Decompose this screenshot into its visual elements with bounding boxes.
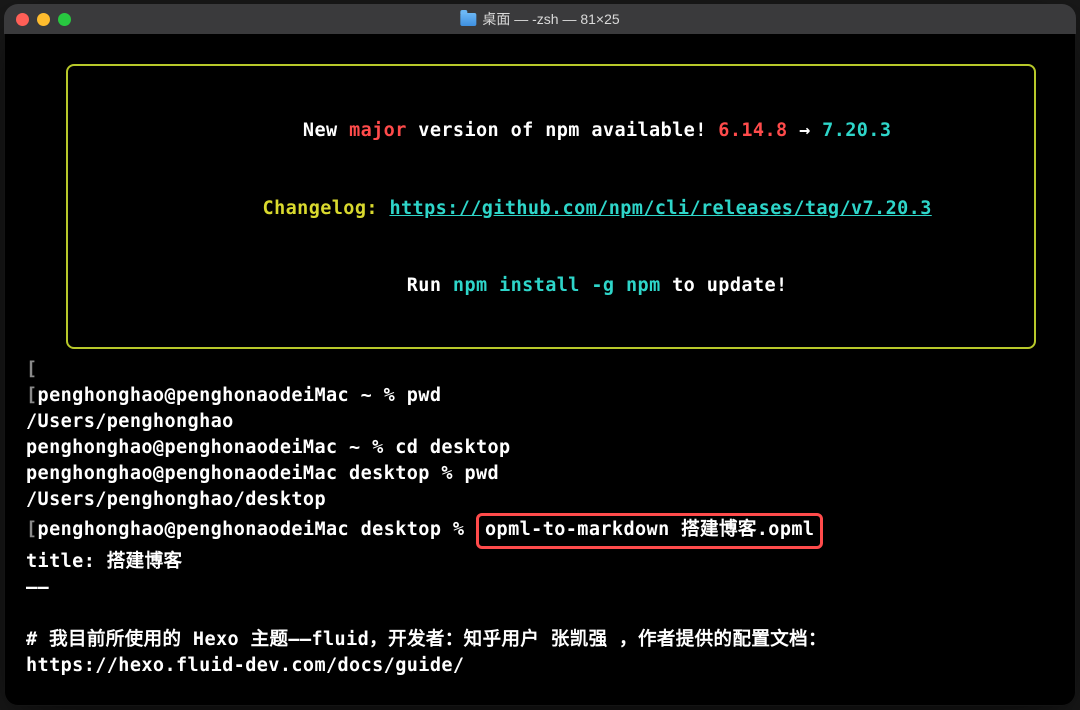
- output-text: title: 搭建博客: [26, 551, 182, 572]
- banner-line-1: New major version of npm available! 6.14…: [88, 92, 1014, 170]
- banner-run: Run: [407, 275, 453, 296]
- output-line: /Users/penghonghao/desktop: [26, 487, 1054, 513]
- npm-update-banner: New major version of npm available! 6.14…: [66, 64, 1036, 349]
- banner-version-text: version of npm available!: [407, 120, 719, 141]
- output-text: penghonghao@penghonaodeiMac ~ % cd deskt…: [26, 437, 511, 458]
- output-bracket-line: [: [26, 357, 1054, 383]
- output-line: [penghonghao@penghonaodeiMac desktop % o…: [26, 513, 1054, 549]
- banner-line-2: Changelog: https://github.com/npm/cli/re…: [88, 170, 1014, 248]
- output-text: penghonghao@penghonaodeiMac ~ % pwd: [38, 385, 442, 406]
- blank-line: [26, 601, 1054, 627]
- left-bracket: [: [26, 385, 38, 406]
- banner-old-ver: 6.14.8: [718, 120, 787, 141]
- banner-to-update: to update!: [661, 275, 788, 296]
- zoom-icon[interactable]: [58, 13, 71, 26]
- output-text: https://hexo.fluid-dev.com/docs/guide/: [26, 655, 464, 676]
- output-text: penghonghao@penghonaodeiMac desktop % pw…: [26, 463, 499, 484]
- output-line: # 我目前所使用的 Hexo 主题——fluid，开发者：知乎用户 张凯强 ，作…: [26, 627, 1054, 653]
- titlebar[interactable]: 桌面 — -zsh — 81×25: [4, 4, 1076, 34]
- banner-new: New: [303, 120, 349, 141]
- output-line: penghonghao@penghonaodeiMac ~ % cd deskt…: [26, 435, 1054, 461]
- output-line: /Users/penghonghao: [26, 409, 1054, 435]
- output-text: /Users/penghonghao: [26, 411, 234, 432]
- banner-changelog-url[interactable]: https://github.com/npm/cli/releases/tag/…: [389, 198, 931, 219]
- banner-major: major: [349, 120, 407, 141]
- output-line: [penghonghao@penghonaodeiMac ~ % pwd: [26, 383, 1054, 409]
- output-line: ——: [26, 575, 1054, 601]
- terminal-window: 桌面 — -zsh — 81×25 New major version of n…: [4, 4, 1076, 706]
- left-bracket: [: [26, 519, 38, 540]
- output-line: https://hexo.fluid-dev.com/docs/guide/: [26, 653, 1054, 679]
- terminal-output: [ [penghonghao@penghonaodeiMac ~ % pwd /…: [4, 357, 1076, 706]
- left-bracket: [: [26, 359, 38, 380]
- minimize-icon[interactable]: [37, 13, 50, 26]
- output-text: # 我目前所使用的 Hexo 主题——fluid，开发者：知乎用户 张凯强 ，作…: [26, 629, 827, 650]
- close-icon[interactable]: [16, 13, 29, 26]
- window-title: 桌面 — -zsh — 81×25: [460, 9, 619, 29]
- prompt-text: penghonghao@penghonaodeiMac desktop %: [38, 519, 476, 540]
- blank-line: [26, 679, 1054, 706]
- traffic-lights: [16, 13, 71, 26]
- folder-icon: [460, 13, 476, 26]
- command-text: opml-to-markdown 搭建博客.opml: [485, 519, 814, 540]
- output-line: title: 搭建博客: [26, 549, 1054, 575]
- output-line: penghonghao@penghonaodeiMac desktop % pw…: [26, 461, 1054, 487]
- banner-line-3: Run npm install -g npm to update!: [88, 247, 1014, 325]
- terminal-body[interactable]: New major version of npm available! 6.14…: [4, 34, 1076, 706]
- banner-arrow: →: [788, 120, 823, 141]
- banner-install-cmd: npm install -g npm: [453, 275, 661, 296]
- banner-new-ver: 7.20.3: [822, 120, 891, 141]
- highlighted-command: opml-to-markdown 搭建博客.opml: [476, 513, 823, 549]
- output-text: /Users/penghonghao/desktop: [26, 489, 326, 510]
- banner-changelog-label: Changelog:: [263, 198, 390, 219]
- output-text: ——: [26, 577, 49, 598]
- window-title-text: 桌面 — -zsh — 81×25: [482, 9, 619, 29]
